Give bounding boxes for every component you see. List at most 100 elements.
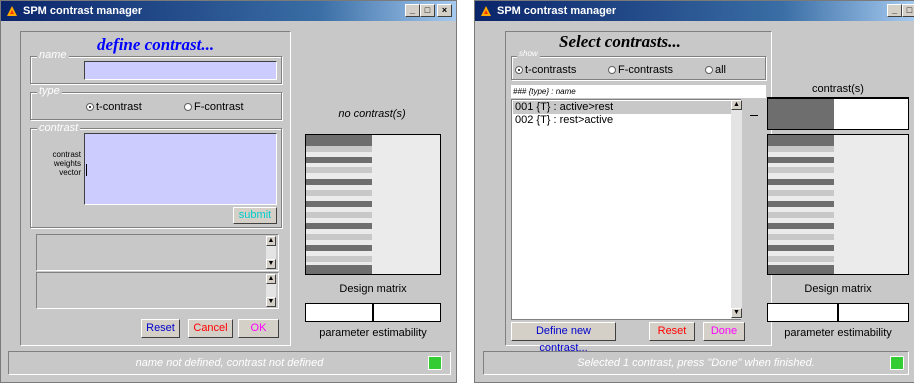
- radio-selected-icon: [515, 66, 523, 74]
- dm-block: [768, 265, 834, 274]
- reset-button[interactable]: Reset: [141, 319, 180, 338]
- radio-f-contrasts[interactable]: F-contrasts: [608, 64, 673, 76]
- dm-block: [768, 135, 834, 146]
- radio-unselected-icon: [184, 103, 192, 111]
- param-estimability-box-1: [305, 303, 373, 322]
- dm-block: [306, 167, 372, 173]
- dm-block: [306, 245, 372, 251]
- dm-block: [768, 190, 834, 196]
- param-estimability-box-2: [373, 303, 441, 322]
- help-button[interactable]: [428, 356, 442, 370]
- close-icon[interactable]: ×: [437, 4, 452, 17]
- radio-selected-icon: [86, 103, 94, 111]
- contrast-list[interactable]: 001 {T} : active>rest 002 {T} : rest>act…: [511, 99, 741, 320]
- name-group-title: name: [37, 49, 69, 61]
- info-box-1-scrollbar[interactable]: ▲ ▼: [266, 236, 276, 269]
- list-item-selected[interactable]: 001 {T} : active>rest: [513, 101, 740, 114]
- dm-block: [768, 223, 834, 229]
- arrow-indicator-icon: [750, 115, 758, 116]
- type-group-title: type: [37, 85, 62, 97]
- show-group-title: show: [517, 49, 540, 58]
- type-group: [30, 92, 282, 120]
- radio-unselected-icon: [705, 66, 713, 74]
- dm-block: [306, 190, 372, 196]
- design-matrix-column: [768, 135, 834, 274]
- dm-block: [768, 167, 834, 173]
- dm-block: [768, 201, 834, 207]
- define-new-contrast-button[interactable]: Define new contrast...: [511, 322, 616, 354]
- contrasts-label: contrast(s): [812, 83, 864, 95]
- scroll-down-icon[interactable]: ▼: [266, 297, 276, 307]
- no-contrast-label: no contrast(s): [338, 108, 406, 120]
- dm-block: [768, 157, 834, 163]
- radio-unselected-icon: [608, 66, 616, 74]
- contrast-weight-block: [768, 99, 834, 129]
- param-estimability-box-2: [838, 303, 909, 322]
- dm-block: [768, 179, 834, 185]
- info-box-2: [36, 272, 279, 309]
- list-scrollbar[interactable]: ▲ ▼: [731, 100, 742, 319]
- spm-logo-icon: [481, 6, 491, 16]
- dm-block: [768, 212, 834, 218]
- scroll-up-icon[interactable]: ▲: [266, 236, 276, 246]
- submit-button[interactable]: submit: [233, 207, 277, 224]
- dm-block: [306, 256, 372, 262]
- right-window: SPM contrast manager _ □ Select contrast…: [474, 0, 914, 383]
- dm-block: [306, 179, 372, 185]
- left-window: SPM contrast manager _ □ × define contra…: [0, 0, 457, 383]
- maximize-icon[interactable]: □: [902, 4, 914, 17]
- right-titlebar: SPM contrast manager _ □: [475, 1, 914, 21]
- param-estimability-label: parameter estimability: [784, 327, 892, 339]
- dm-block: [306, 201, 372, 207]
- done-button[interactable]: Done: [703, 322, 745, 341]
- list-item[interactable]: 002 {T} : rest>active: [513, 114, 740, 127]
- page-heading: define contrast...: [97, 35, 215, 54]
- reset-button[interactable]: Reset: [649, 322, 695, 341]
- radio-t-contrast[interactable]: t-contrast: [86, 101, 142, 113]
- right-window-title: SPM contrast manager: [497, 5, 617, 17]
- maximize-icon[interactable]: □: [420, 4, 435, 17]
- param-estimability-label: parameter estimability: [319, 327, 427, 339]
- scroll-down-icon[interactable]: ▼: [266, 259, 276, 269]
- design-matrix: [767, 134, 909, 275]
- dm-block: [306, 212, 372, 218]
- left-window-title: SPM contrast manager: [23, 5, 143, 17]
- contrast-weights-input[interactable]: [84, 133, 277, 205]
- design-matrix-column: [306, 135, 372, 274]
- list-header: ### {type} : name: [511, 85, 766, 98]
- dm-block: [306, 135, 372, 146]
- dm-block: [768, 234, 834, 240]
- contrast-image: [767, 98, 909, 130]
- left-titlebar: SPM contrast manager _ □ ×: [1, 1, 456, 21]
- cancel-button[interactable]: Cancel: [188, 319, 233, 338]
- design-matrix-label: Design matrix: [804, 283, 872, 295]
- radio-t-contrasts[interactable]: t-contrasts: [515, 64, 576, 76]
- dm-block: [306, 157, 372, 163]
- radio-f-contrast[interactable]: F-contrast: [184, 101, 244, 113]
- dm-block: [768, 256, 834, 262]
- scroll-up-icon[interactable]: ▲: [731, 100, 742, 110]
- status-bar: name not defined, contrast not defined: [8, 351, 451, 375]
- dm-block: [306, 234, 372, 240]
- design-matrix-label: Design matrix: [339, 283, 407, 295]
- dm-block: [306, 265, 372, 274]
- contrast-group-title: contrast: [37, 122, 81, 134]
- info-box-2-scrollbar[interactable]: ▲ ▼: [266, 274, 276, 307]
- ok-button[interactable]: OK: [238, 319, 279, 338]
- minimize-icon[interactable]: _: [887, 4, 902, 17]
- radio-all[interactable]: all: [705, 64, 726, 76]
- dm-block: [768, 245, 834, 251]
- spm-logo-icon: [7, 6, 17, 16]
- help-button[interactable]: [890, 356, 904, 370]
- scroll-down-icon[interactable]: ▼: [731, 308, 742, 318]
- name-input[interactable]: [84, 61, 277, 80]
- scroll-up-icon[interactable]: ▲: [266, 274, 276, 284]
- select-heading: Select contrasts...: [559, 32, 681, 51]
- dm-block: [768, 146, 834, 152]
- status-bar: Selected 1 contrast, press "Done" when f…: [483, 351, 909, 375]
- minimize-icon[interactable]: _: [405, 4, 420, 17]
- info-box-1: [36, 234, 279, 271]
- dm-block: [306, 146, 372, 152]
- param-estimability-box-1: [767, 303, 838, 322]
- dm-block: [306, 223, 372, 229]
